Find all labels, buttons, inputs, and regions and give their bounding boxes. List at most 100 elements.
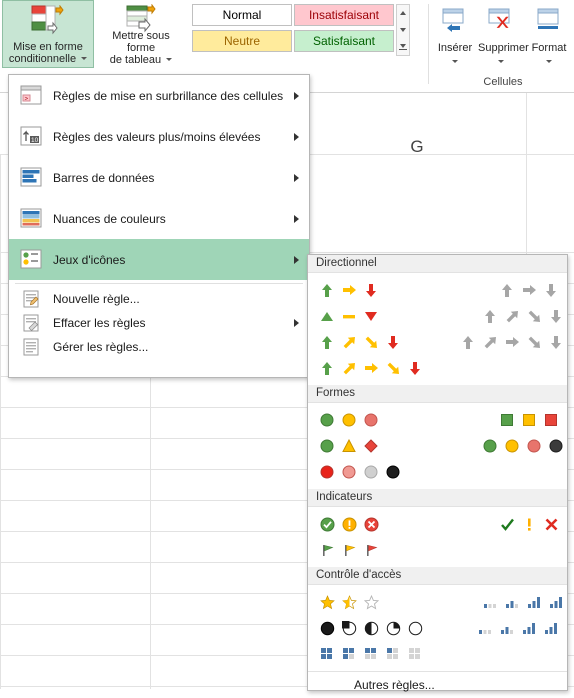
menu-item-data-bars[interactable]: Barres de données — [9, 157, 309, 198]
gridline — [0, 154, 1, 689]
square-red-icon — [540, 410, 562, 430]
triangle-yellow-icon — [338, 436, 360, 456]
iconset-5-boxes[interactable] — [308, 641, 567, 667]
arrow-downright-gray-icon — [523, 306, 545, 326]
menu-item-color-scales[interactable]: Nuances de couleurs — [9, 198, 309, 239]
iconset-5-quarters[interactable] — [308, 615, 567, 641]
menu-item-clear-rules[interactable]: Effacer les règles — [9, 311, 309, 335]
iconset-right-group — [496, 410, 562, 430]
iconset-right-group — [479, 306, 567, 326]
cells-group: Insérer Supprimer Format Cellules — [432, 0, 574, 90]
triangle-down-red-icon — [360, 306, 382, 326]
chevron-down-icon[interactable] — [546, 60, 552, 63]
cell-styles-gallery[interactable]: Normal Insatisfaisant Neutre Satisfaisan… — [192, 4, 412, 56]
section-header-controle-acces: Contrôle d'accès — [308, 567, 567, 585]
arrow-downright-yellow-icon — [360, 332, 382, 352]
style-satisfaisant[interactable]: Satisfaisant — [294, 30, 394, 52]
column-header-g[interactable]: G — [308, 92, 527, 156]
other-rules-label: Autres règles... — [354, 678, 435, 692]
iconset-left-group — [316, 358, 426, 378]
arrow-up-green-icon — [316, 280, 338, 300]
arrow-up-gray-icon — [496, 280, 518, 300]
style-insatisfaisant[interactable]: Insatisfaisant — [294, 4, 394, 26]
format-cells-button[interactable]: Format — [524, 2, 574, 66]
iconset-3-signs[interactable] — [308, 433, 567, 459]
chevron-down-icon[interactable] — [498, 60, 504, 63]
circle-black-icon — [545, 436, 567, 456]
menu-item-manage-rules[interactable]: Gérer les règles... — [9, 335, 309, 359]
iconset-4-traffic-lights-black[interactable] — [308, 459, 567, 485]
iconset-right-group — [496, 280, 562, 300]
iconset-left-group — [316, 436, 409, 456]
arrow-right-gray-icon — [501, 332, 523, 352]
style-normal[interactable]: Normal — [192, 4, 292, 26]
iconset-left-group — [316, 306, 409, 326]
conditional-formatting-menu: > Règles de mise en surbrillance des cel… — [8, 74, 310, 378]
section-body-indicateurs — [308, 507, 567, 567]
signal-1-icon — [474, 618, 496, 638]
submenu-arrow-icon — [294, 214, 299, 223]
circle-yellow-icon — [501, 436, 523, 456]
delete-cells-button[interactable]: Supprimer — [478, 2, 529, 66]
pie-25-icon — [338, 618, 360, 638]
menu-item-top-bottom-rules[interactable]: 10 Règles des valeurs plus/moins élevées — [9, 116, 309, 157]
arrow-upright-gray-icon — [501, 306, 523, 326]
cf-label-line2: conditionnelle — [8, 53, 77, 65]
bars-1-icon — [479, 592, 501, 612]
menu-item-highlight-cells-rules[interactable]: > Règles de mise en surbrillance des cel… — [9, 75, 309, 116]
insert-cells-label: Insérer — [437, 42, 473, 54]
arrow-right-yellow-icon — [360, 358, 382, 378]
other-rules-button[interactable]: Autres règles... — [308, 671, 567, 698]
arrow-upright-gray-icon — [479, 332, 501, 352]
flag-yellow-icon — [338, 540, 360, 560]
arrow-up-gray-icon — [457, 332, 479, 352]
iconset-3-flags[interactable] — [308, 537, 567, 563]
arrow-down-gray-icon — [540, 280, 562, 300]
chevron-down-icon[interactable] — [166, 58, 173, 61]
delete-cells-label: Supprimer — [478, 42, 529, 54]
scroll-down-icon[interactable] — [397, 22, 409, 39]
menu-separator — [15, 283, 303, 284]
menu-item-icon-sets[interactable]: Jeux d'icônes — [9, 239, 309, 280]
tbl-label-line1: Mettre sous forme — [112, 30, 170, 54]
iconset-3-traffic-lights-unrimmed[interactable] — [308, 407, 567, 433]
chevron-down-icon[interactable] — [452, 60, 458, 63]
chevron-down-icon[interactable] — [81, 57, 88, 60]
format-as-table-button[interactable]: Mettre sous forme de tableau — [100, 0, 182, 68]
style-neutre[interactable]: Neutre — [192, 30, 292, 52]
boxes-1-icon — [382, 644, 404, 664]
arrow-right-gray-icon — [518, 280, 540, 300]
star-empty-icon — [360, 592, 382, 612]
iconset-3-arrows-colored[interactable] — [308, 277, 567, 303]
more-icon[interactable] — [397, 39, 409, 56]
iconset-5-arrows-colored[interactable] — [308, 355, 567, 381]
scroll-up-icon[interactable] — [397, 5, 409, 22]
iconset-3-triangles[interactable] — [308, 303, 567, 329]
iconset-4-arrows-colored[interactable] — [308, 329, 567, 355]
arrow-down-gray-icon — [545, 306, 567, 326]
iconset-left-group — [316, 644, 426, 664]
boxes-4-icon — [316, 644, 338, 664]
icon-sets-icon — [17, 247, 47, 273]
menu-item-new-rule[interactable]: Nouvelle règle... — [9, 287, 309, 311]
signal-3-icon — [518, 618, 540, 638]
iconset-3-symbols-circled[interactable] — [308, 511, 567, 537]
cells-group-label: Cellules — [483, 76, 523, 88]
insert-cells-button[interactable]: Insérer — [432, 2, 478, 66]
iconset-left-group — [316, 540, 426, 560]
new-rule-icon — [17, 290, 47, 308]
cross-red-icon — [540, 514, 562, 534]
section-body-formes — [308, 403, 567, 489]
conditional-formatting-button[interactable]: Mise en forme conditionnelle — [2, 0, 94, 68]
bars-4-icon — [545, 592, 567, 612]
gallery-scrollbar[interactable] — [396, 4, 410, 56]
dash-yellow-icon — [338, 306, 360, 326]
circle-black-icon — [382, 462, 404, 482]
format-cells-label: Format — [531, 42, 567, 54]
circle-green-icon — [479, 436, 501, 456]
pie-0-icon — [316, 618, 338, 638]
circle-green-icon — [316, 436, 338, 456]
flag-red-icon — [360, 540, 382, 560]
iconset-3-stars[interactable] — [308, 589, 567, 615]
square-green-icon — [496, 410, 518, 430]
